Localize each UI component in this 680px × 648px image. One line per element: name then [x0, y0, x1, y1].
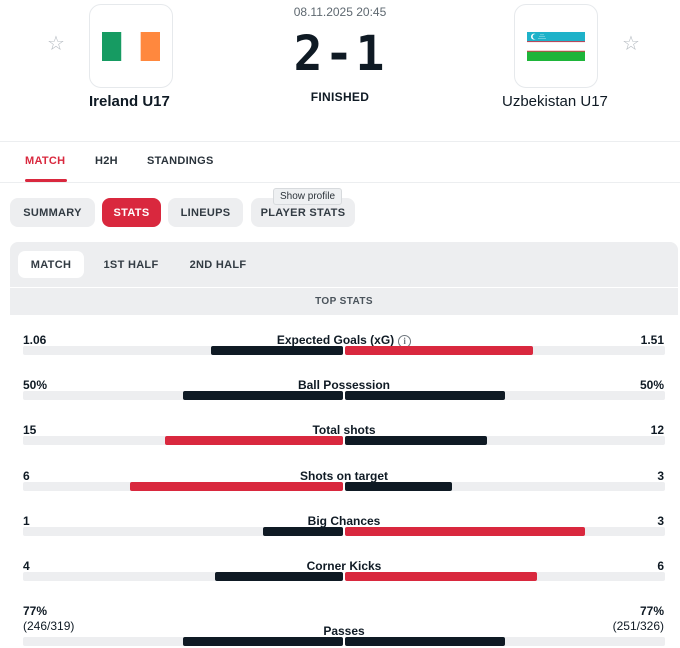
stat-row-big-chances: 1 Big Chances 3 — [0, 514, 680, 559]
stat-home-track — [23, 391, 343, 400]
stat-away-value: 77% (251/326) — [613, 604, 664, 634]
stat-label: Big Chances — [307, 514, 381, 528]
stat-label: Passes — [323, 624, 365, 638]
tab-match[interactable]: MATCH — [25, 155, 65, 167]
stat-away-track — [345, 436, 665, 445]
favorite-away-star-icon[interactable]: ☆ — [620, 33, 642, 55]
stat-row-total-shots: 15 Total shots 12 — [0, 423, 680, 468]
stat-home-track — [23, 637, 343, 646]
stat-away-bar — [345, 527, 585, 536]
stat-home-bar — [263, 527, 343, 536]
tabs-divider — [0, 182, 680, 183]
show-profile-tooltip: Show profile — [273, 188, 343, 205]
stat-row-corner-kicks: 4 Corner Kicks 6 — [0, 559, 680, 604]
stat-home-track — [23, 436, 343, 445]
away-team-name[interactable]: Uzbekistan U17 — [502, 93, 608, 110]
away-team-logo[interactable] — [514, 4, 598, 88]
stat-home-bar — [130, 482, 343, 491]
tab-h2h[interactable]: H2H — [95, 155, 118, 167]
stat-away-value: 6 — [657, 559, 664, 573]
subtab-summary[interactable]: SUMMARY — [10, 198, 95, 227]
stat-away-track — [345, 346, 665, 355]
stat-home-bar — [183, 637, 343, 646]
stat-away-value: 50% — [639, 378, 664, 392]
stat-row-passes: 77% (246/319) Passes 77% (251/326) — [0, 604, 680, 648]
stat-away-track — [345, 482, 665, 491]
subtab-lineups[interactable]: LINEUPS — [168, 198, 243, 227]
stat-away-bar — [345, 436, 487, 445]
uzbekistan-flag-icon — [527, 31, 585, 61]
stat-away-value: 12 — [650, 423, 664, 437]
stat-home-bar — [211, 346, 343, 355]
stat-away-track — [345, 572, 665, 581]
stat-row-shots-on-target: 6 Shots on target 3 — [0, 469, 680, 514]
stat-away-track — [345, 527, 665, 536]
subtab-stats[interactable]: STATS — [102, 198, 161, 227]
stat-away-bar — [345, 482, 452, 491]
section-title: TOP STATS — [10, 288, 678, 315]
stat-home-track — [23, 482, 343, 491]
stat-away-bar — [345, 637, 505, 646]
stat-away-track — [345, 391, 665, 400]
stat-home-bar — [215, 572, 343, 581]
stat-away-value: 1.51 — [640, 333, 664, 347]
stat-label: Corner Kicks — [306, 559, 382, 573]
period-selector: MATCH 1ST HALF 2ND HALF — [10, 242, 678, 287]
stat-home-track — [23, 527, 343, 536]
stat-home-track — [23, 572, 343, 581]
match-tabs: MATCH H2H STANDINGS — [0, 142, 680, 182]
stat-row-expected-goals: 1.06 Expected Goals (xG) i 1.51 — [0, 333, 680, 378]
stat-away-bar — [345, 346, 533, 355]
stat-home-track — [23, 346, 343, 355]
stat-label: Total shots — [312, 423, 376, 437]
stat-row-ball-possession: 50% Ball Possession 50% — [0, 378, 680, 423]
stat-away-value: 3 — [657, 514, 664, 528]
stat-home-bar — [165, 436, 343, 445]
stat-label: Shots on target — [299, 469, 388, 483]
stat-away-pct: 77% — [639, 604, 664, 618]
tab-standings[interactable]: STANDINGS — [147, 155, 214, 167]
stat-label-text: Expected Goals (xG) — [276, 333, 395, 347]
stat-away-detail: (251/326) — [612, 619, 664, 633]
stat-home-pct: 77% — [23, 604, 48, 618]
stat-away-track — [345, 637, 665, 646]
stat-away-bar — [345, 572, 537, 581]
period-2nd-half[interactable]: 2ND HALF — [180, 251, 256, 278]
match-header: ☆ Ireland U17 08.11.2025 20:45 2-1 FINIS… — [0, 0, 680, 140]
stat-home-bar — [183, 391, 343, 400]
stat-away-bar — [345, 391, 505, 400]
stat-away-value: 3 — [657, 469, 664, 483]
period-match[interactable]: MATCH — [18, 251, 84, 278]
stat-label: Ball Possession — [297, 378, 391, 392]
period-1st-half[interactable]: 1ST HALF — [95, 251, 167, 278]
